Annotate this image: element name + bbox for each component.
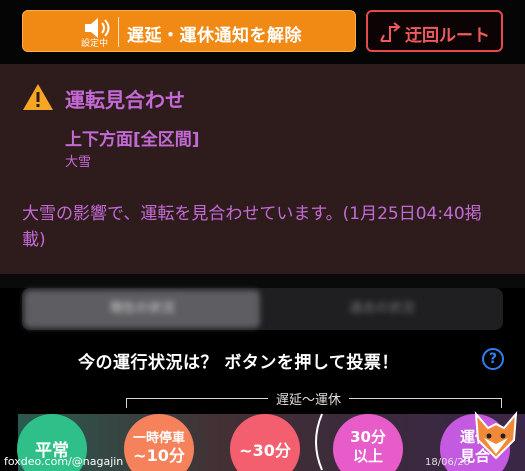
delay-range-label: 遅延〜運休 [268,389,350,408]
detour-route-label: 迂回ルート [405,26,490,46]
cancel-notification-label: 遅延・運休通知を解除 [127,26,302,46]
date-stamp: 18/06/26 [425,457,470,468]
vote-over-30min-line2: 以上 [352,447,383,465]
service-alert-panel: 運転見合わせ 上下方面[全区間] 大雪 大雪の影響で、運転を見合わせています。(… [0,64,525,274]
tab-current-status[interactable]: 現在の状況 [24,290,260,328]
status-tabs: 現在の状況 過去の状況 [22,288,503,330]
question-circle-icon[interactable]: ? [482,348,504,370]
range-bracket-left-tick [126,398,127,408]
vote-short-stop-line1: 一時停車 [132,431,185,446]
section-gap [0,274,525,288]
vote-short-stop-line2: ~10分 [133,446,185,465]
alert-title: 運転見合わせ [65,88,185,112]
vote-separator-arc [315,413,323,471]
fox-logo-icon [474,411,518,460]
warning-icon [23,84,53,110]
vote-30min-label: ~30分 [239,441,291,460]
speaker-status-label: 設定中 [81,39,109,49]
alert-section-subtitle: 大雪 [65,155,92,170]
alert-section-title: 上下方面[全区間] [65,130,200,150]
speaker-icon [27,14,131,50]
button-divider [118,17,119,47]
alert-body-text: 大雪の影響で、運転を見合わせています。(1月25日04:40掲載) [22,204,482,250]
vote-over-30min-line1: 30分 [350,428,386,446]
watermark-text: foxdeo.com/@nagajin [4,455,124,468]
detour-arrow-icon [380,22,401,42]
range-bracket-right-tick [501,398,502,408]
detour-route-button[interactable]: 迂回ルート [366,10,503,52]
top-bar: 設定中 遅延・運休通知を解除 迂回ルート [0,0,525,64]
vote-prompt: 今の運行状況は？ ボタンを押して投票！ [78,353,399,373]
tab-past-status[interactable]: 過去の状況 [264,290,500,328]
cancel-notification-button[interactable]: 設定中 遅延・運休通知を解除 [22,10,356,52]
